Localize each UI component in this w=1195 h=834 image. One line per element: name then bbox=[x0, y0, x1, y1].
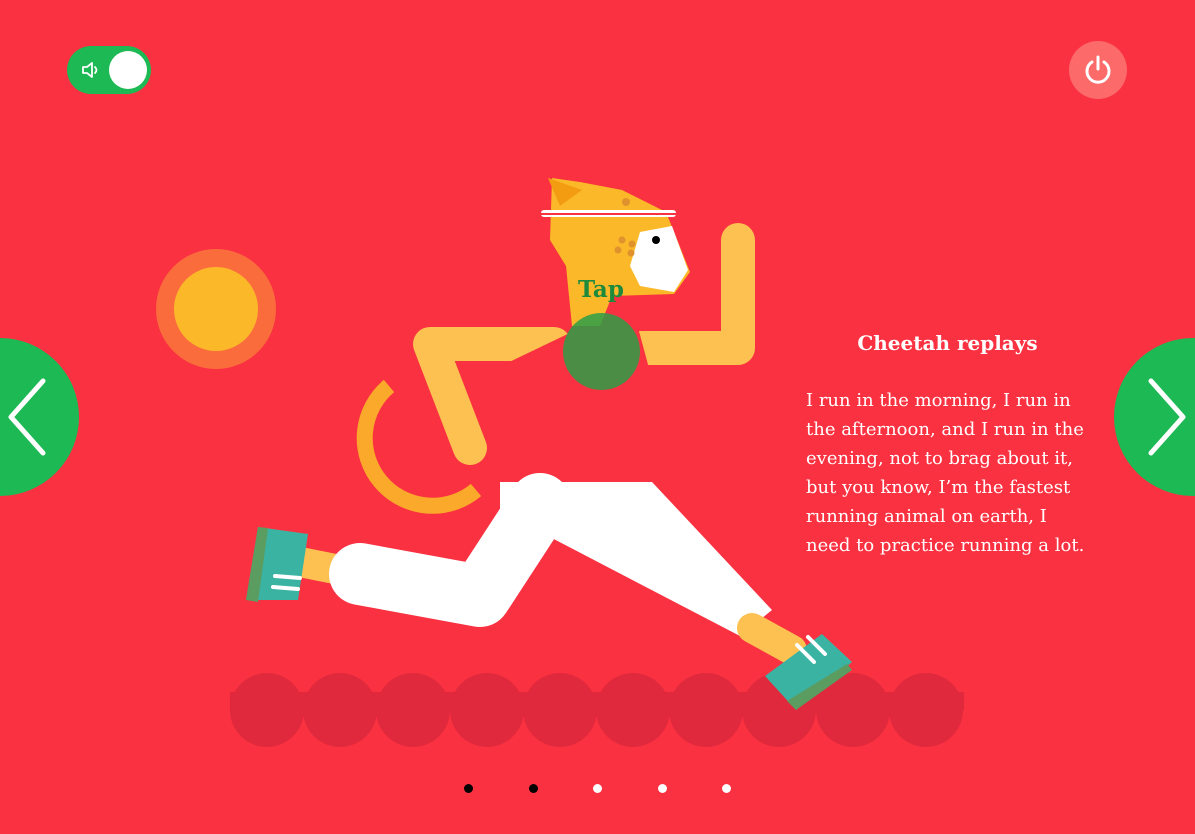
page-dot[interactable] bbox=[593, 784, 602, 793]
story-text: I run in the morning, I run in the after… bbox=[806, 390, 1085, 556]
cheetah-head bbox=[541, 178, 690, 326]
page-dot[interactable] bbox=[464, 784, 473, 793]
page-dot[interactable] bbox=[528, 784, 538, 793]
chevron-left-icon bbox=[8, 378, 46, 456]
page-title: Cheetah replays bbox=[857, 331, 1038, 355]
ground-bumps bbox=[230, 673, 964, 747]
page-dot[interactable] bbox=[657, 784, 667, 793]
back-leg bbox=[246, 473, 571, 627]
chevron-right-icon bbox=[1148, 378, 1186, 456]
page-dot[interactable] bbox=[722, 784, 731, 793]
story-page: Tap Cheetah replays I run in the morning… bbox=[0, 0, 1195, 834]
tap-hotspot[interactable] bbox=[563, 313, 640, 390]
sun bbox=[156, 249, 276, 369]
tap-hint-label: Tap bbox=[578, 276, 624, 303]
